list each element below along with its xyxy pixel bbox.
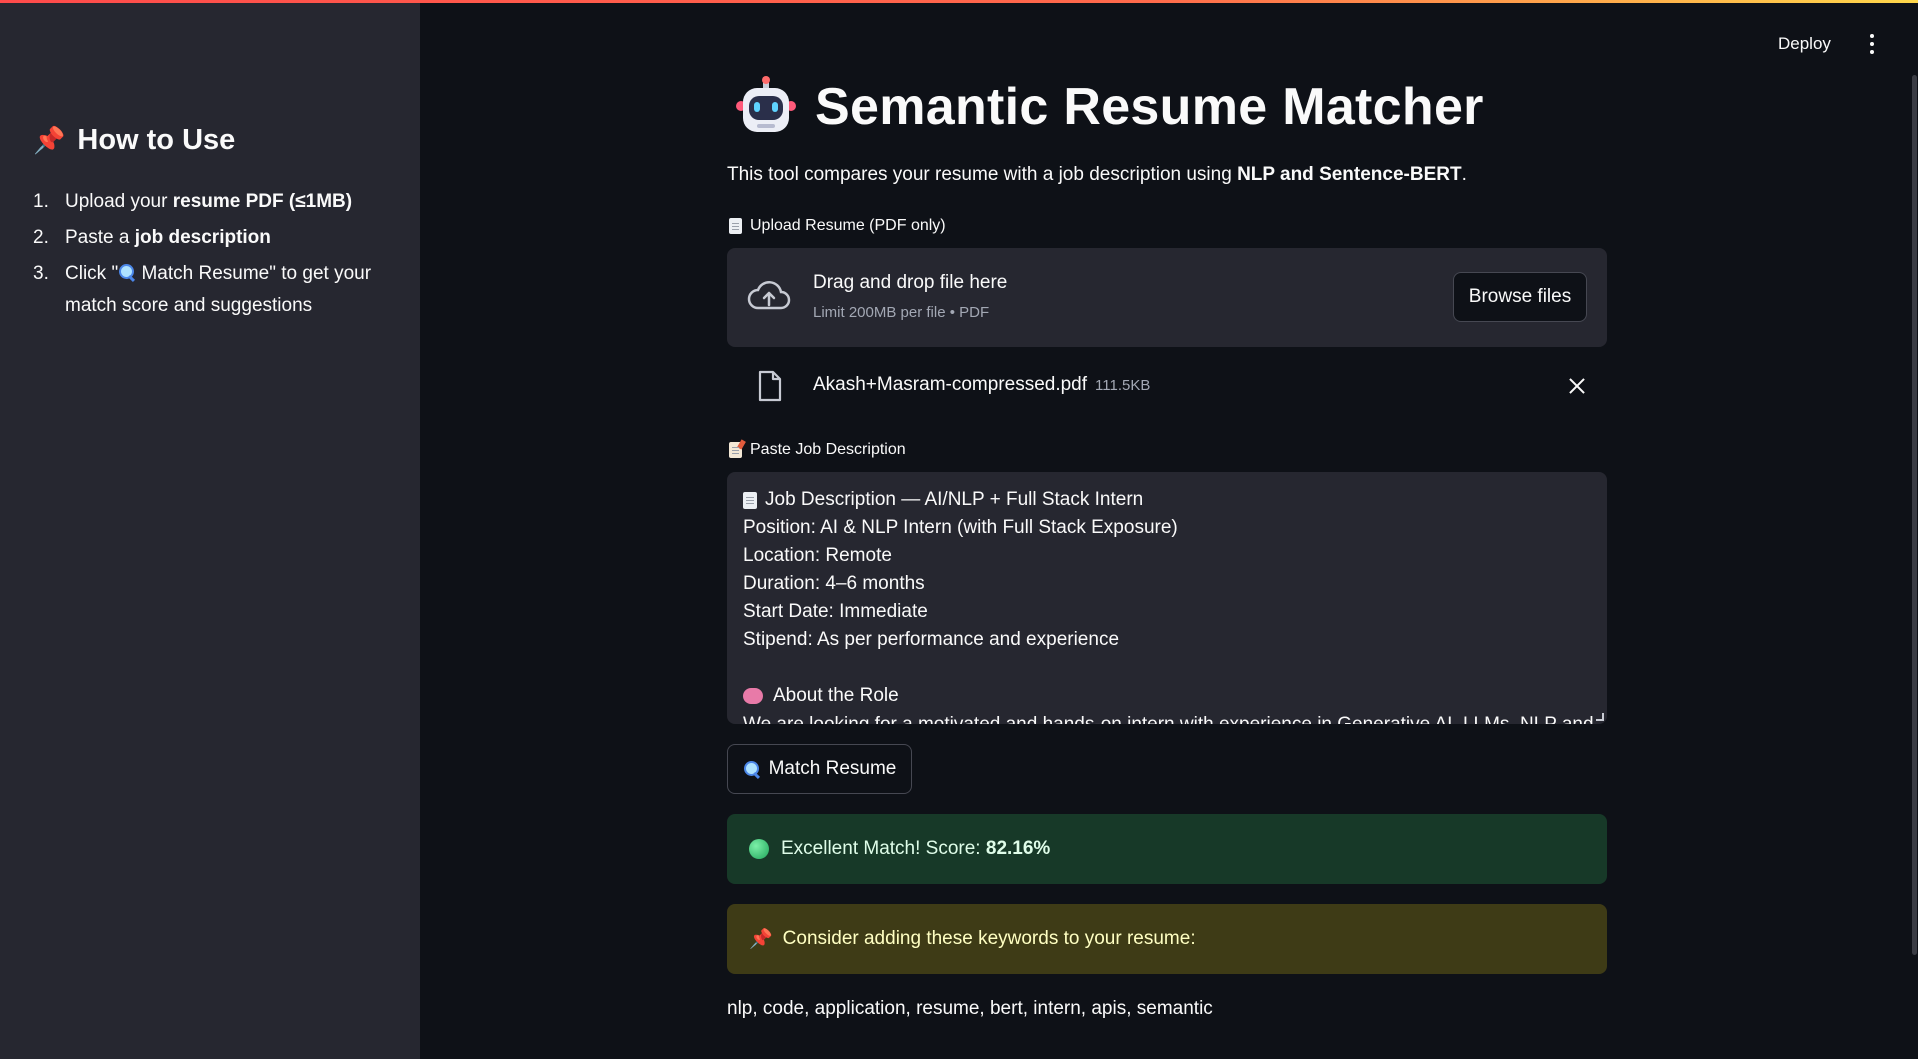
how-to-steps: 1. Upload your resume PDF (≤1MB) 2. Past… <box>33 186 393 326</box>
warning-alert: 📌 Consider adding these keywords to your… <box>727 904 1607 974</box>
match-score: 82.16% <box>985 838 1051 859</box>
uploaded-file-row: Akash+Masram-compressed.pdf 111.5KB <box>727 362 1607 410</box>
scrollbar[interactable] <box>1912 75 1917 955</box>
jd-line-text: Job Description — AI/NLP + Full Stack In… <box>765 489 1144 510</box>
file-size: 111.5KB <box>1095 377 1151 394</box>
textarea-resize-handle[interactable] <box>1596 713 1604 721</box>
jd-line: Duration: 4–6 months <box>743 573 925 594</box>
jd-line-partial: We are looking for a motivated and hands… <box>743 714 1594 724</box>
title-row: Semantic Resume Matcher <box>735 76 1484 138</box>
jd-line: About the Role <box>743 682 1178 710</box>
step-text-bold: job description <box>134 227 271 248</box>
intro-bold: NLP and Sentence-BERT <box>1237 164 1462 185</box>
upload-label: Upload Resume (PDF only) <box>729 217 946 235</box>
step-text-post: Match Resume" to get your <box>136 263 372 284</box>
intro-post: . <box>1461 164 1467 185</box>
step-text-bold: resume PDF (≤1MB) <box>172 191 353 212</box>
file-name-text: Akash+Masram-compressed.pdf <box>813 374 1088 395</box>
green-circle-icon <box>749 839 769 859</box>
sidebar-heading-text: How to Use <box>77 124 236 156</box>
jd-line: Start Date: Immediate <box>743 601 928 622</box>
warning-text: Consider adding these keywords to your r… <box>782 928 1196 949</box>
memo-icon <box>729 442 742 458</box>
jd-line-text: About the Role <box>773 685 899 706</box>
jd-line: Job Description — AI/NLP + Full Stack In… <box>743 486 1178 514</box>
jd-line: Position: AI & NLP Intern (with Full Sta… <box>743 517 1178 538</box>
file-name: Akash+Masram-compressed.pdf 111.5KB <box>813 374 1150 396</box>
upload-label-text: Upload Resume (PDF only) <box>750 217 946 234</box>
file-dropzone[interactable]: Drag and drop file here Limit 200MB per … <box>727 248 1607 347</box>
top-decoration-stripe <box>0 0 1918 3</box>
jd-line: Location: Remote <box>743 545 892 566</box>
magnifier-icon <box>743 760 761 778</box>
jd-line <box>743 654 1178 682</box>
intro-pre: This tool compares your resume with a jo… <box>727 164 1238 185</box>
step-number: 1. <box>33 191 49 212</box>
dropzone-subtitle: Limit 200MB per file • PDF <box>813 304 990 321</box>
close-icon[interactable] <box>1565 374 1589 398</box>
step-item: 2. Paste a job description <box>33 222 393 254</box>
magnifier-icon <box>118 263 136 281</box>
missing-keywords: nlp, code, application, resume, bert, in… <box>727 998 1213 1019</box>
match-resume-label: Match Resume <box>768 758 897 779</box>
page-title: Semantic Resume Matcher <box>815 78 1484 136</box>
intro-text: This tool compares your resume with a jo… <box>727 164 1467 186</box>
job-description-text: Job Description — AI/NLP + Full Stack In… <box>743 486 1178 710</box>
step-text: Upload your resume PDF (≤1MB) <box>65 186 352 218</box>
brain-icon <box>743 688 763 704</box>
success-alert: Excellent Match! Score: 82.16% <box>727 814 1607 884</box>
jd-label: Paste Job Description <box>729 441 906 459</box>
job-description-textarea[interactable]: Job Description — AI/NLP + Full Stack In… <box>727 472 1607 724</box>
robot-icon <box>736 76 796 132</box>
step-text: Paste a job description <box>65 222 271 254</box>
step-text: Click " Match Resume" to get your match … <box>65 258 371 322</box>
dropzone-title: Drag and drop file here <box>813 272 1008 293</box>
sidebar-heading: 📌 How to Use <box>33 124 235 157</box>
jd-line: Stipend: As per performance and experien… <box>743 629 1120 650</box>
browse-files-button[interactable]: Browse files <box>1453 272 1587 322</box>
file-icon <box>758 370 782 402</box>
step-text-line2: match score and suggestions <box>65 295 313 316</box>
step-number: 2. <box>33 227 49 248</box>
step-text-pre: Click " <box>65 263 119 284</box>
cloud-upload-icon <box>747 281 791 310</box>
step-text-pre: Upload your <box>65 191 173 212</box>
match-resume-button[interactable]: Match Resume <box>727 744 912 794</box>
pushpin-icon: 📌 <box>749 929 773 950</box>
step-number: 3. <box>33 263 49 284</box>
jd-label-text: Paste Job Description <box>750 441 906 458</box>
page-icon <box>729 218 742 234</box>
page-icon <box>743 491 757 509</box>
pushpin-icon: 📌 <box>33 125 66 155</box>
deploy-button[interactable]: Deploy <box>1772 30 1837 58</box>
step-item: 3. Click " Match Resume" to get your mat… <box>33 258 393 322</box>
kebab-menu-icon[interactable] <box>1862 32 1882 56</box>
success-text: Excellent Match! Score: 82.16% <box>781 838 1050 860</box>
step-text-pre: Paste a <box>65 227 135 248</box>
step-item: 1. Upload your resume PDF (≤1MB) <box>33 186 393 218</box>
success-text-pre: Excellent Match! Score: <box>781 838 986 859</box>
sidebar: 📌 How to Use 1. Upload your resume PDF (… <box>0 0 420 1059</box>
